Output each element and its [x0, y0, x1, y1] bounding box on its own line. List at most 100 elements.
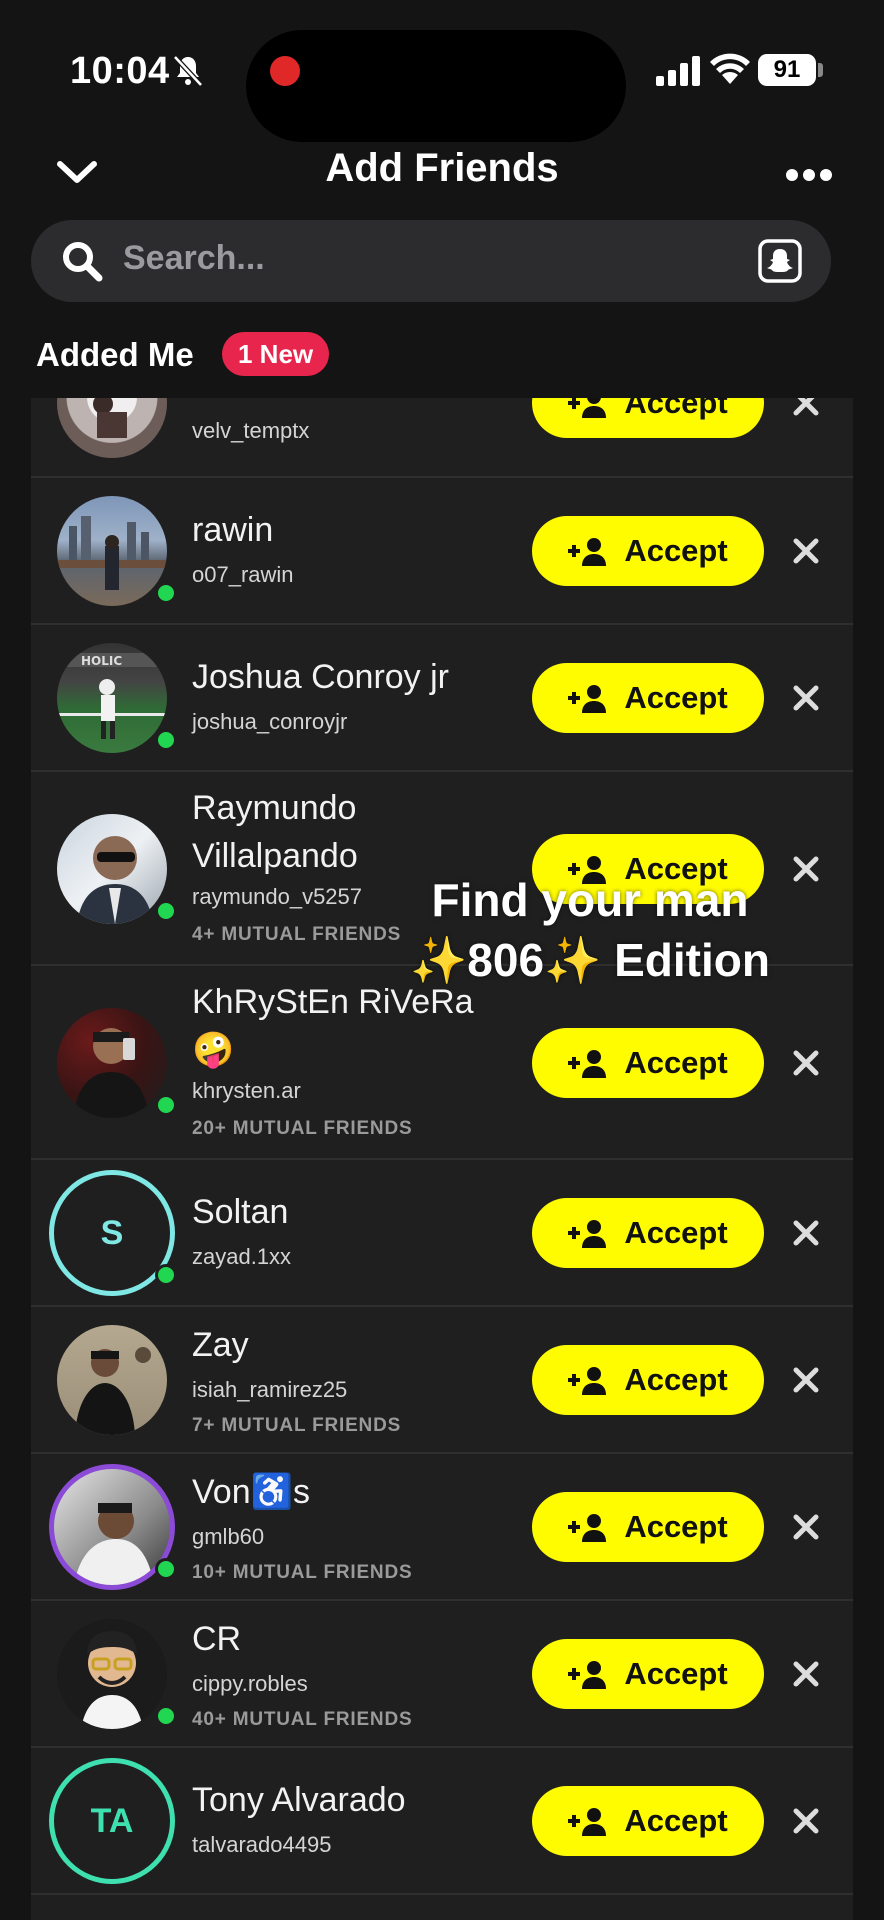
username: zayad.1xx — [192, 1244, 292, 1269]
list-item[interactable]: Zay isiah_ramirez25 7+ MUTUAL FRIENDS Ac… — [31, 1307, 853, 1454]
accept-button[interactable]: Accept — [532, 516, 764, 586]
username: khrysten.ar — [192, 1078, 301, 1103]
accept-label: Accept — [624, 1215, 728, 1250]
accept-button[interactable]: Accept — [532, 398, 764, 438]
add-friend-icon — [568, 1661, 607, 1689]
svg-text:HOLIC: HOLIC — [81, 654, 122, 668]
list-item[interactable]: velv_temptx Accept — [31, 398, 853, 478]
accept-button[interactable]: Accept — [532, 1028, 764, 1098]
display-name: Zay — [192, 1326, 249, 1364]
battery-tip — [818, 63, 823, 77]
display-name: KhRyStEn RiVeRa 🤪 — [192, 983, 474, 1069]
page-title: Add Friends — [325, 146, 559, 190]
add-friend-icon — [568, 1050, 607, 1078]
close-icon[interactable] — [791, 683, 821, 713]
close-icon[interactable] — [791, 1512, 821, 1542]
list-item[interactable]: CR cippy.robles 40+ MUTUAL FRIENDS Accep… — [31, 1601, 853, 1748]
add-friend-icon — [568, 538, 607, 566]
close-icon[interactable] — [791, 1218, 821, 1248]
add-friend-icon — [568, 1367, 607, 1395]
accept-button[interactable]: Accept — [532, 1786, 764, 1856]
more-options-icon[interactable] — [784, 160, 834, 190]
username: joshua_conroyjr — [192, 709, 348, 734]
display-name: Tony Alvarado — [192, 1781, 406, 1819]
list-item[interactable]: rawin o07_rawin Accept — [31, 478, 853, 625]
add-friend-icon — [568, 1220, 607, 1248]
cellular-signal-icon — [656, 56, 700, 86]
username: raymundo_v5257 — [192, 884, 363, 909]
online-status-icon — [155, 1094, 177, 1116]
status-bar: 10:04 91 — [0, 0, 884, 142]
display-name: Joshua Conroy jr — [192, 658, 450, 696]
mutual-friends-count: 40+ MUTUAL FRIENDS — [192, 1709, 413, 1730]
display-name: Raymundo Villalpando — [192, 789, 358, 875]
username: o07_rawin — [192, 562, 294, 587]
accept-label: Accept — [624, 1509, 728, 1544]
close-icon[interactable] — [791, 1659, 821, 1689]
close-icon[interactable] — [791, 398, 821, 418]
list-item[interactable]: S Soltan zayad.1xx Accept — [31, 1160, 853, 1307]
display-name: rawin — [192, 511, 274, 549]
close-icon[interactable] — [791, 1048, 821, 1078]
accept-label: Accept — [624, 1803, 728, 1838]
close-icon[interactable] — [791, 1806, 821, 1836]
accept-button[interactable]: Accept — [532, 1492, 764, 1562]
accept-button[interactable]: Accept — [532, 1639, 764, 1709]
search-bar[interactable]: Search... — [31, 220, 831, 302]
accept-button[interactable]: Accept — [532, 1345, 764, 1415]
add-friend-icon — [568, 1808, 607, 1836]
accept-label: Accept — [624, 1045, 728, 1080]
online-status-icon — [155, 729, 177, 751]
section-title-added-me: Added Me — [36, 336, 194, 373]
accept-label: Accept — [624, 1656, 728, 1691]
avatar[interactable] — [57, 814, 167, 924]
list-item[interactable]: HOLIC Joshua Conroy jr joshua_conroyjr A… — [31, 625, 853, 772]
list-item[interactable] — [31, 1895, 853, 1920]
display-name: Von♿️s — [192, 1473, 310, 1511]
search-icon — [63, 242, 103, 282]
username: cippy.robles — [192, 1671, 308, 1696]
recording-indicator-icon — [270, 56, 300, 86]
story-caption-overlay: Find your man ✨806✨ Edition — [410, 874, 770, 986]
close-icon[interactable] — [791, 854, 821, 884]
accept-label: Accept — [624, 398, 728, 420]
accept-button[interactable]: Accept — [532, 1198, 764, 1268]
accept-label: Accept — [624, 533, 728, 568]
new-count-badge: 1 New — [222, 332, 330, 376]
search-input[interactable]: Search... — [123, 239, 265, 278]
avatar[interactable] — [57, 1008, 167, 1118]
mutual-friends-count: 7+ MUTUAL FRIENDS — [192, 1415, 402, 1436]
mutual-friends-count: 4+ MUTUAL FRIENDS — [192, 924, 402, 945]
avatar[interactable]: HOLIC — [57, 643, 167, 753]
close-icon[interactable] — [791, 536, 821, 566]
display-name: Soltan — [192, 1193, 289, 1231]
online-status-icon — [155, 1558, 177, 1580]
avatar[interactable] — [57, 1619, 167, 1729]
username: isiah_ramirez25 — [192, 1377, 348, 1402]
list-item[interactable]: KhRyStEn RiVeRa 🤪 khrysten.ar 20+ MUTUAL… — [31, 966, 853, 1160]
online-status-icon — [155, 582, 177, 604]
battery-indicator: 91 — [758, 54, 816, 86]
close-icon[interactable] — [791, 1365, 821, 1395]
add-friend-icon — [568, 398, 607, 418]
snapcode-scan-icon[interactable] — [757, 238, 803, 284]
list-item[interactable]: TA Tony Alvarado talvarado4495 Accept — [31, 1748, 853, 1895]
bell-muted-icon — [173, 55, 203, 87]
online-status-icon — [155, 900, 177, 922]
accept-button[interactable]: Accept — [532, 663, 764, 733]
list-item[interactable]: Von♿️s gmlb60 10+ MUTUAL FRIENDS Accept — [31, 1454, 853, 1601]
add-friend-icon — [568, 685, 607, 713]
avatar[interactable] — [57, 1325, 167, 1435]
avatar[interactable] — [57, 398, 167, 458]
friend-request-list[interactable]: velv_temptx Accept rawin o07_rawin Accep… — [31, 398, 853, 1920]
avatar-initials[interactable]: TA — [49, 1758, 175, 1884]
online-status-icon — [155, 1705, 177, 1727]
mutual-friends-count: 20+ MUTUAL FRIENDS — [192, 1118, 413, 1139]
wifi-icon — [710, 53, 750, 84]
online-status-icon — [155, 1264, 177, 1286]
username: talvarado4495 — [192, 1832, 332, 1857]
accept-label: Accept — [624, 680, 728, 715]
avatar[interactable] — [57, 496, 167, 606]
accept-label: Accept — [624, 1362, 728, 1397]
mutual-friends-count: 10+ MUTUAL FRIENDS — [192, 1562, 413, 1583]
